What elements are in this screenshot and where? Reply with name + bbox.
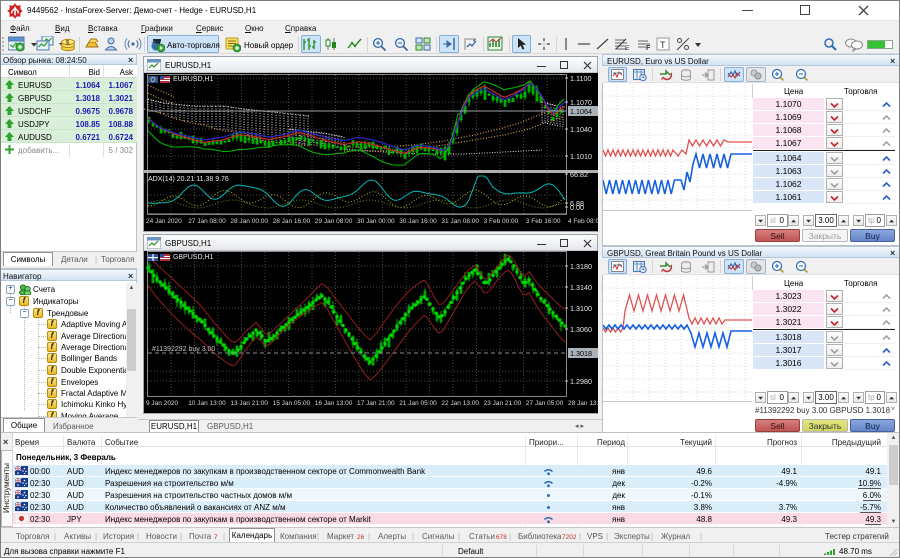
svg-text:4 Feb 08:00: 4 Feb 08:00 bbox=[568, 218, 598, 225]
svg-text:1.1070: 1.1070 bbox=[570, 98, 592, 107]
svg-text:13 Jan 21:00: 13 Jan 21:00 bbox=[230, 400, 268, 407]
svg-text:$: $ bbox=[66, 40, 70, 47]
svg-text:29 Jan 08:00: 29 Jan 08:00 bbox=[315, 218, 353, 225]
svg-text:T: T bbox=[660, 40, 666, 50]
svg-text:#11392292 buy 3.00: #11392292 buy 3.00 bbox=[152, 346, 215, 353]
svg-text:30 Jan 00:00: 30 Jan 00:00 bbox=[357, 218, 395, 225]
svg-text:1.1010: 1.1010 bbox=[570, 152, 592, 161]
svg-text:23 Jan 21:00: 23 Jan 21:00 bbox=[484, 400, 522, 407]
svg-text:9 Jan 2020: 9 Jan 2020 bbox=[146, 400, 179, 407]
svg-text:1.3018: 1.3018 bbox=[570, 349, 592, 358]
svg-text:1.3140: 1.3140 bbox=[570, 283, 592, 292]
svg-text:31 Jan 08:00: 31 Jan 08:00 bbox=[441, 218, 479, 225]
svg-text:0.00: 0.00 bbox=[570, 203, 584, 212]
svg-text:1.3060: 1.3060 bbox=[570, 325, 592, 334]
svg-text:30 Jan 16:00: 30 Jan 16:00 bbox=[399, 218, 437, 225]
svg-text:10 Jan 13:00: 10 Jan 13:00 bbox=[188, 400, 226, 407]
svg-text:27 Jan 08:00: 27 Jan 08:00 bbox=[188, 218, 226, 225]
svg-text:15 Jan 05:00: 15 Jan 05:00 bbox=[273, 400, 311, 407]
svg-text:1.3180: 1.3180 bbox=[570, 262, 592, 271]
svg-text:1.1100: 1.1100 bbox=[570, 74, 591, 83]
svg-text:17 Jan 21:00: 17 Jan 21:00 bbox=[357, 400, 395, 407]
svg-text:66.82: 66.82 bbox=[570, 170, 588, 179]
svg-text:E: E bbox=[625, 45, 630, 52]
svg-text:1.1064: 1.1064 bbox=[570, 107, 592, 116]
svg-text:3 Feb 16:00: 3 Feb 16:00 bbox=[526, 218, 561, 225]
svg-text:1.3100: 1.3100 bbox=[570, 304, 592, 313]
svg-text:21 Jan 05:00: 21 Jan 05:00 bbox=[399, 400, 437, 407]
svg-text:27 Jan 05:00: 27 Jan 05:00 bbox=[526, 400, 564, 407]
svg-text:28 Jan 13:00: 28 Jan 13:00 bbox=[568, 400, 598, 407]
svg-text:16 Jan 13:00: 16 Jan 13:00 bbox=[315, 400, 353, 407]
svg-text:3 Feb 00:00: 3 Feb 00:00 bbox=[484, 218, 519, 225]
svg-text:1.1040: 1.1040 bbox=[570, 125, 592, 134]
svg-text:22 Jan 13:00: 22 Jan 13:00 bbox=[441, 400, 479, 407]
svg-text:F: F bbox=[646, 45, 651, 52]
svg-text:28 Jan 16:00: 28 Jan 16:00 bbox=[273, 218, 311, 225]
svg-text:1.2980: 1.2980 bbox=[570, 377, 592, 386]
svg-text:24 Jan 2020: 24 Jan 2020 bbox=[146, 218, 182, 225]
svg-text:28 Jan 00:00: 28 Jan 00:00 bbox=[230, 218, 268, 225]
